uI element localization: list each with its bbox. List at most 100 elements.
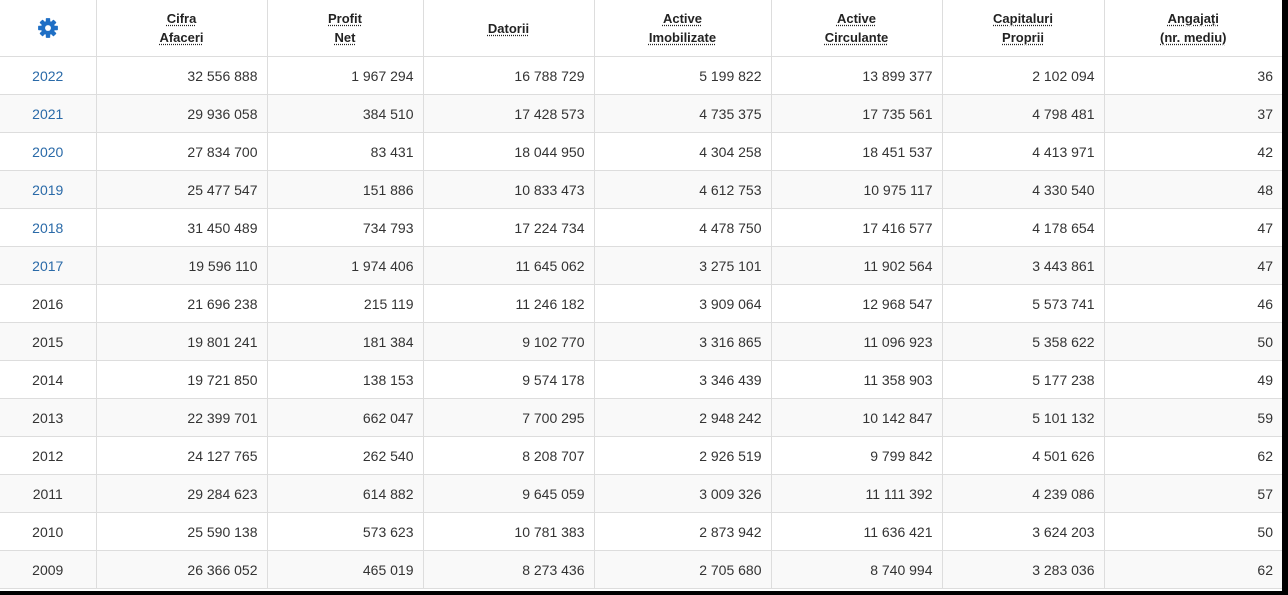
year-cell: 2015 — [0, 322, 97, 361]
value-cell-capitaluri-proprii: 5 358 622 — [942, 322, 1105, 361]
value-cell-capitaluri-proprii: 2 102 094 — [942, 56, 1105, 95]
value-cell-cifra-afaceri: 19 721 850 — [96, 360, 268, 399]
column-header-cifra-afaceri[interactable]: Cifra Afaceri — [96, 0, 268, 57]
value-cell-angajati: 48 — [1104, 170, 1282, 209]
year-cell[interactable]: 2018 — [0, 208, 97, 247]
value-cell-datorii: 17 428 573 — [423, 94, 595, 133]
value-cell-profit-net: 138 153 — [267, 360, 424, 399]
year-link[interactable]: 2020 — [32, 144, 63, 160]
value-cell-cifra-afaceri: 29 936 058 — [96, 94, 268, 133]
column-header-label-line2: Afaceri — [159, 30, 204, 45]
column-header-label-line1: Capitaluri — [993, 11, 1053, 26]
table-body: 2022 32 556 888 1 967 294 16 788 729 5 199 8… — [0, 56, 1282, 589]
table-row: 2014 19 721 850 138 153 9 574 178 3 346 439 1… — [0, 360, 1282, 399]
value-cell-profit-net: 215 119 — [267, 284, 424, 323]
value-cell-profit-net: 1 967 294 — [267, 56, 424, 95]
value-cell-active-imobilizate: 5 199 822 — [594, 56, 772, 95]
year-link[interactable]: 2021 — [32, 106, 63, 122]
value-cell-capitaluri-proprii: 3 624 203 — [942, 512, 1105, 551]
value-cell-capitaluri-proprii: 5 177 238 — [942, 360, 1105, 399]
value-cell-cifra-afaceri: 27 834 700 — [96, 132, 268, 171]
year-cell: 2009 — [0, 550, 97, 589]
value-cell-datorii: 8 208 707 — [423, 436, 595, 475]
year-cell[interactable]: 2020 — [0, 132, 97, 171]
value-cell-active-imobilizate: 3 009 326 — [594, 474, 772, 513]
value-cell-angajati: 46 — [1104, 284, 1282, 323]
year-cell[interactable]: 2017 — [0, 246, 97, 285]
table-row: 2017 19 596 110 1 974 406 11 645 062 3 275 1… — [0, 246, 1282, 285]
value-cell-active-imobilizate: 3 909 064 — [594, 284, 772, 323]
value-cell-cifra-afaceri: 24 127 765 — [96, 436, 268, 475]
value-cell-profit-net: 1 974 406 — [267, 246, 424, 285]
value-cell-datorii: 17 224 734 — [423, 208, 595, 247]
value-cell-cifra-afaceri: 21 696 238 — [96, 284, 268, 323]
year-cell[interactable]: 2022 — [0, 56, 97, 95]
year-label: 2010 — [32, 523, 64, 540]
gear-icon[interactable] — [37, 17, 59, 39]
value-cell-active-circulante: 17 735 561 — [771, 94, 943, 133]
value-cell-profit-net: 465 019 — [267, 550, 424, 589]
year-cell: 2014 — [0, 360, 97, 399]
value-cell-active-imobilizate: 4 478 750 — [594, 208, 772, 247]
value-cell-cifra-afaceri: 26 366 052 — [96, 550, 268, 589]
value-cell-active-circulante: 10 142 847 — [771, 398, 943, 437]
column-header-profit-net[interactable]: Profit Net — [267, 0, 424, 57]
value-cell-capitaluri-proprii: 4 239 086 — [942, 474, 1105, 513]
value-cell-cifra-afaceri: 32 556 888 — [96, 56, 268, 95]
value-cell-profit-net: 151 886 — [267, 170, 424, 209]
financial-data-table: Cifra Afaceri Profit Net Datorii Active Imobil… — [0, 0, 1282, 589]
value-cell-active-circulante: 17 416 577 — [771, 208, 943, 247]
value-cell-active-circulante: 12 968 547 — [771, 284, 943, 323]
value-cell-angajati: 49 — [1104, 360, 1282, 399]
column-header-label-line1: Angajați — [1167, 11, 1219, 26]
column-header-label-line1: Active — [662, 11, 703, 26]
column-header-datorii[interactable]: Datorii — [423, 0, 595, 57]
year-label: 2009 — [32, 561, 64, 578]
value-cell-active-circulante: 8 740 994 — [771, 550, 943, 589]
year-cell[interactable]: 2021 — [0, 94, 97, 133]
table-row: 2016 21 696 238 215 119 11 246 182 3 909 064… — [0, 284, 1282, 323]
value-cell-angajati: 59 — [1104, 398, 1282, 437]
column-header-label-line2: Net — [334, 30, 356, 45]
value-cell-active-imobilizate: 3 316 865 — [594, 322, 772, 361]
value-cell-angajati: 42 — [1104, 132, 1282, 171]
column-header-capitaluri-proprii[interactable]: Capitaluri Proprii — [942, 0, 1105, 57]
year-cell[interactable]: 2019 — [0, 170, 97, 209]
year-link[interactable]: 2017 — [32, 258, 63, 274]
value-cell-datorii: 9 645 059 — [423, 474, 595, 513]
value-cell-active-circulante: 18 451 537 — [771, 132, 943, 171]
value-cell-active-circulante: 9 799 842 — [771, 436, 943, 475]
year-label: 2013 — [32, 409, 64, 426]
value-cell-active-imobilizate: 2 873 942 — [594, 512, 772, 551]
year-label: 2015 — [32, 333, 64, 350]
year-label: 2016 — [32, 295, 64, 312]
column-header-label-line2: Proprii — [1002, 30, 1044, 45]
column-header-label-line1: Active — [836, 11, 877, 26]
year-link[interactable]: 2022 — [32, 68, 63, 84]
value-cell-datorii: 10 781 383 — [423, 512, 595, 551]
column-header-active-circulante[interactable]: Active Circulante — [771, 0, 943, 57]
value-cell-datorii: 16 788 729 — [423, 56, 595, 95]
value-cell-capitaluri-proprii: 3 283 036 — [942, 550, 1105, 589]
value-cell-profit-net: 181 384 — [267, 322, 424, 361]
year-link[interactable]: 2018 — [32, 220, 63, 236]
value-cell-cifra-afaceri: 25 590 138 — [96, 512, 268, 551]
table-row: 2021 29 936 058 384 510 17 428 573 4 735 375… — [0, 94, 1282, 133]
value-cell-cifra-afaceri: 25 477 547 — [96, 170, 268, 209]
column-header-active-imobilizate[interactable]: Active Imobilizate — [594, 0, 772, 57]
value-cell-capitaluri-proprii: 4 501 626 — [942, 436, 1105, 475]
value-cell-angajati: 47 — [1104, 208, 1282, 247]
value-cell-active-circulante: 11 902 564 — [771, 246, 943, 285]
settings-header-cell[interactable] — [0, 0, 97, 57]
column-header-label-line2: Circulante — [824, 30, 889, 45]
value-cell-profit-net: 614 882 — [267, 474, 424, 513]
value-cell-angajati: 50 — [1104, 512, 1282, 551]
value-cell-capitaluri-proprii: 4 178 654 — [942, 208, 1105, 247]
year-link[interactable]: 2019 — [32, 182, 63, 198]
column-header-angajati[interactable]: Angajați (nr. mediu) — [1104, 0, 1282, 57]
year-cell: 2016 — [0, 284, 97, 323]
table-row: 2018 31 450 489 734 793 17 224 734 4 478 750… — [0, 208, 1282, 247]
value-cell-angajati: 62 — [1104, 550, 1282, 589]
value-cell-cifra-afaceri: 19 596 110 — [96, 246, 268, 285]
value-cell-datorii: 10 833 473 — [423, 170, 595, 209]
